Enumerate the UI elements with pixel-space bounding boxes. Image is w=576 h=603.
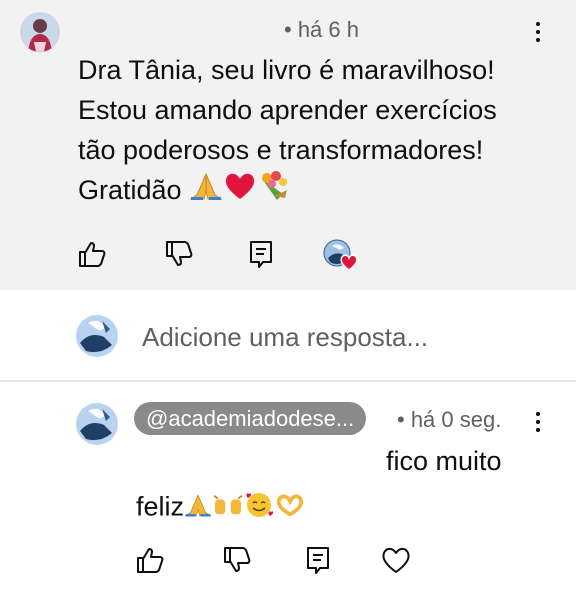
raising-hands-emoji (212, 492, 244, 525)
dislike-button[interactable] (163, 238, 195, 270)
reply-author-avatar[interactable] (76, 403, 118, 445)
heart-icon (382, 547, 410, 573)
comment-menu-button[interactable] (528, 18, 548, 46)
heart-hands-emoji (274, 492, 306, 525)
like-icon (137, 548, 164, 573)
reply-text-line1: fico muito (386, 446, 502, 476)
commenter-avatar[interactable] (20, 12, 60, 52)
reply-heart-button[interactable] (380, 544, 412, 576)
reply-menu-button[interactable] (528, 408, 548, 436)
comment-line: Gratidão (78, 175, 182, 205)
creator-heart-badge[interactable] (322, 238, 360, 272)
smiling-face-with-hearts-emoji (244, 490, 274, 527)
comment-line-last: Gratidão (78, 170, 548, 213)
reply-icon (250, 241, 272, 268)
folded-hands-emoji (189, 171, 223, 212)
comment-line: Estou amando aprender exercícios (78, 95, 497, 125)
like-button[interactable] (76, 238, 108, 270)
comment-line: tão poderosos e transformadores! (78, 135, 484, 165)
comment-text: Dra Tânia, seu livro é maravilhoso! Esto… (78, 50, 548, 213)
dislike-icon (166, 241, 193, 266)
reply-icon (307, 547, 329, 574)
red-heart-emoji (223, 171, 257, 212)
bouquet-emoji (257, 170, 291, 213)
reply-reply-button[interactable] (302, 544, 334, 576)
comment-timestamp: • há 6 h (284, 17, 359, 42)
creator-heart-icon (323, 239, 358, 271)
dislike-icon (224, 547, 251, 572)
reply-timestamp: • há 0 seg. (397, 407, 502, 432)
reply-like-button[interactable] (134, 544, 166, 576)
reply-button[interactable] (245, 238, 277, 270)
reply-author-mention[interactable]: @academiadodese... (134, 402, 367, 435)
comment-line: Dra Tânia, seu livro é maravilhoso! (78, 55, 495, 85)
folded-hands-emoji (184, 492, 212, 525)
like-icon (79, 242, 106, 267)
reply-dislike-button[interactable] (221, 544, 253, 576)
user-avatar (76, 315, 118, 357)
reply-text-word: feliz (136, 491, 185, 522)
reply-text-line2: feliz (136, 490, 306, 527)
reply-input[interactable]: Adicione uma resposta... (142, 322, 428, 353)
